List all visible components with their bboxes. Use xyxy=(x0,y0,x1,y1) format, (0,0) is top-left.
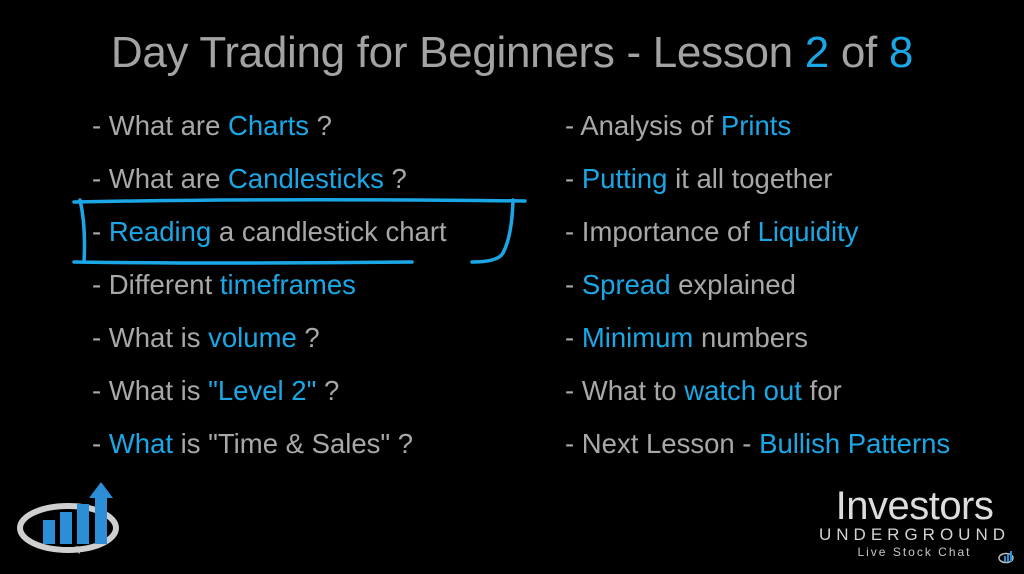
topic-text: ? xyxy=(309,110,332,141)
investors-underground-logo: Investors UNDERGROUND Live Stock Chat xyxy=(819,486,1010,560)
topic-text: numbers xyxy=(693,322,808,353)
topic-text: it all together xyxy=(667,163,833,194)
topic-item: - Different timeframes xyxy=(92,267,447,320)
topic-text: ? xyxy=(316,375,340,406)
title-prefix: Day Trading for Beginners - Lesson xyxy=(110,28,805,77)
topic-text: - What are xyxy=(92,110,229,141)
lesson-number: 2 xyxy=(804,28,829,77)
topic-text: - Next Lesson - xyxy=(565,428,760,459)
topic-text: - Importance of xyxy=(565,216,758,247)
topic-text: for xyxy=(801,375,842,406)
brand-name: Investors xyxy=(835,484,994,528)
topic-keyword: Minimum xyxy=(581,322,694,353)
topic-text: ? xyxy=(296,322,320,353)
left-topic-list: - What are Charts ? - What are Candlestic… xyxy=(92,108,447,479)
topic-keyword: watch out xyxy=(684,375,802,406)
chart-bubble-logo-icon xyxy=(17,482,119,554)
topic-text: ? xyxy=(383,163,407,194)
topic-item: - What is volume ? xyxy=(92,320,447,373)
topic-keyword: What xyxy=(108,428,173,459)
topic-text: - What is xyxy=(92,322,209,353)
topic-keyword: Bullish Patterns xyxy=(759,428,951,459)
lesson-title: Day Trading for Beginners - Lesson 2 of … xyxy=(0,28,1024,78)
topic-keyword: Charts xyxy=(228,110,310,141)
topic-text: - What to xyxy=(565,375,685,406)
hand-drawn-highlight-box xyxy=(72,197,527,265)
topic-text: - xyxy=(565,322,582,353)
topic-text: explained xyxy=(670,269,796,300)
topic-item: - What is "Time & Sales" ? xyxy=(92,426,447,479)
title-middle: of xyxy=(828,28,889,77)
topic-text: - What are xyxy=(92,163,229,194)
topic-keyword: volume xyxy=(208,322,297,353)
topic-keyword: Spread xyxy=(581,269,671,300)
topic-text: - xyxy=(565,269,582,300)
topic-item: - Minimum numbers xyxy=(565,320,950,373)
topic-text: - What is xyxy=(92,375,209,406)
topic-keyword: Candlesticks xyxy=(228,163,384,194)
topic-item: - Importance of Liquidity xyxy=(565,214,950,267)
topic-item: - Spread explained xyxy=(565,267,950,320)
topic-item: - What to watch out for xyxy=(565,373,950,426)
topic-keyword: "Level 2" xyxy=(208,375,317,406)
total-lessons: 8 xyxy=(888,28,914,77)
topic-keyword: Liquidity xyxy=(757,216,859,247)
topic-text: - xyxy=(565,163,582,194)
topic-text: - xyxy=(92,428,109,459)
topic-text: is "Time & Sales" ? xyxy=(173,428,414,459)
topic-item: - Next Lesson - Bullish Patterns xyxy=(565,426,950,479)
brand-sub: UNDERGROUND xyxy=(819,525,1010,544)
topic-item: - What are Charts ? xyxy=(92,108,447,161)
topic-keyword: Prints xyxy=(720,110,792,141)
mini-chart-logo-icon xyxy=(998,551,1014,564)
topic-text: - Different xyxy=(92,269,220,300)
topic-item: - What is "Level 2" ? xyxy=(92,373,447,426)
topic-item: - Putting it all together xyxy=(565,161,950,214)
topic-keyword: Putting xyxy=(581,163,668,194)
topic-text: - Analysis of xyxy=(565,110,721,141)
brand-tagline: Live Stock Chat xyxy=(857,545,972,559)
topic-item: - Analysis of Prints xyxy=(565,108,950,161)
right-topic-list: - Analysis of Prints - Putting it all tog… xyxy=(565,108,950,479)
topic-keyword: timeframes xyxy=(219,269,356,300)
